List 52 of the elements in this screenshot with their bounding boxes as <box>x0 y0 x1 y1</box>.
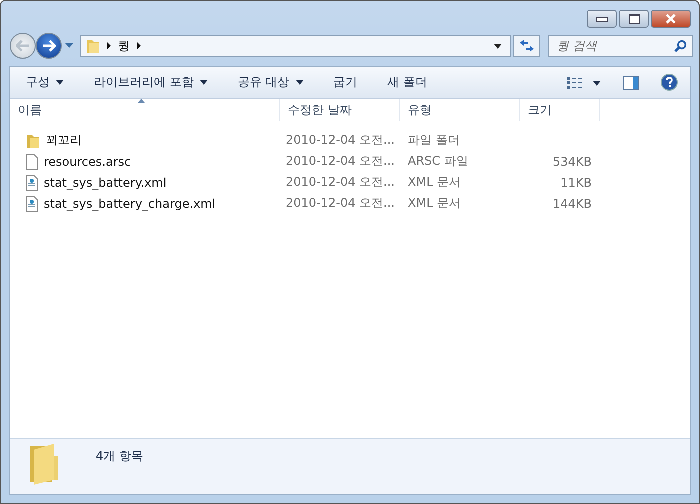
file-row[interactable]: stat_sys_battery_charge.xml 2010-12-04 오전... XML 문서 144KB <box>10 193 690 214</box>
maximize-button[interactable] <box>619 10 649 28</box>
file-icon <box>26 154 38 170</box>
back-arrow-icon <box>16 40 30 52</box>
file-row[interactable]: resources.arsc 2010-12-04 오전... ARSC 파일 534KB <box>10 151 690 172</box>
modified-date: 2010-12-04 오전... <box>286 195 395 212</box>
column-header[interactable]: 이름 <box>10 99 280 121</box>
file-row[interactable]: stat_sys_battery.xml 2010-12-04 오전... XML 문서 11KB <box>10 172 690 193</box>
refresh-icon <box>518 39 534 53</box>
refresh-button[interactable] <box>513 35 540 57</box>
file-type: XML 문서 <box>408 174 462 191</box>
file-size: 534KB <box>552 154 592 168</box>
column-header[interactable]: 수정한 날짜 <box>280 99 400 121</box>
xml-file-icon <box>26 196 38 212</box>
breadcrumb-item[interactable]: 퀑 <box>118 38 130 54</box>
file-type: ARSC 파일 <box>408 153 468 170</box>
file-name: stat_sys_battery_charge.xml <box>44 196 216 210</box>
forward-arrow-icon <box>42 40 56 52</box>
modified-date: 2010-12-04 오전... <box>286 174 395 191</box>
file-type: XML 문서 <box>408 195 462 212</box>
forward-button[interactable] <box>36 33 62 59</box>
file-name: 꾀꼬리 <box>46 132 82 149</box>
close-icon <box>665 14 677 24</box>
minimize-button[interactable] <box>587 10 617 28</box>
file-type: 파일 폴더 <box>408 132 460 149</box>
toolbar-button[interactable]: 공유 대상 <box>228 70 314 95</box>
file-size: 11KB <box>560 176 592 190</box>
item-count: 4개 항목 <box>96 448 144 465</box>
dropdown-arrow-icon[interactable] <box>494 44 502 48</box>
toolbar-button[interactable]: 라이브러리에 포함 <box>84 70 218 95</box>
modified-date: 2010-12-04 오전... <box>286 153 395 170</box>
search-icon <box>674 40 687 53</box>
folder-icon <box>26 132 40 148</box>
toolbar-button[interactable]: 구성 <box>16 70 74 95</box>
address-bar[interactable]: 퀑 <box>80 35 511 57</box>
modified-date: 2010-12-04 오전... <box>286 132 395 149</box>
column-header[interactable]: 크기 <box>520 99 600 121</box>
sort-arrow-icon <box>138 99 145 103</box>
history-dropdown-icon[interactable] <box>65 43 74 49</box>
file-name: stat_sys_battery.xml <box>44 176 167 190</box>
file-name: resources.arsc <box>44 154 132 168</box>
search-field[interactable]: 퀑 검색 <box>548 35 693 57</box>
breadcrumb-arrow-icon[interactable] <box>107 42 111 50</box>
toolbar-button[interactable]: 새 폴더 <box>378 70 438 95</box>
close-button[interactable] <box>651 10 691 28</box>
file-size: 144KB <box>552 196 592 210</box>
xml-file-icon <box>26 174 38 190</box>
column-header[interactable]: 유형 <box>400 99 520 121</box>
folder-icon <box>86 38 100 54</box>
breadcrumb-arrow-icon[interactable] <box>137 42 141 50</box>
toolbar-button[interactable]: 굽기 <box>324 70 368 95</box>
file-row[interactable]: 꾀꼬리 2010-12-04 오전... 파일 폴더 <box>10 130 690 151</box>
